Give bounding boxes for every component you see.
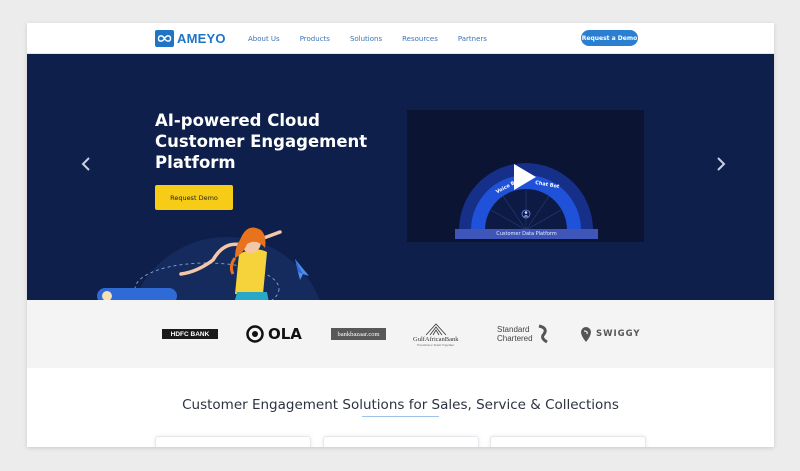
swiggy-text: SWIGGY — [596, 329, 641, 339]
chevron-right-icon[interactable] — [716, 157, 726, 176]
hero-video-player[interactable]: Voice Bo Chat Bot Customer Data Platform — [407, 110, 644, 242]
chat-avatar-icon — [102, 291, 112, 300]
ola-text: OLA — [268, 325, 302, 343]
gulf-african-bank-text: GulfAfricanBank — [413, 335, 459, 343]
client-logos-strip: HDFC BANK OLA bankbazaar.com GulfAfrican… — [27, 300, 774, 368]
solution-card-2[interactable] — [323, 436, 479, 447]
solutions-section-title: Customer Engagement Solutions for Sales,… — [182, 397, 619, 413]
standard-chartered-line-1: Standard — [497, 325, 530, 334]
chevron-left-icon[interactable] — [81, 157, 91, 176]
nav-about-us[interactable]: About Us — [248, 35, 280, 43]
solution-card-1[interactable] — [155, 436, 311, 447]
play-icon[interactable] — [512, 162, 538, 197]
customer-data-platform-bar: Customer Data Platform — [455, 229, 598, 239]
hero-banner: AI-powered Cloud Customer Engagement Pla… — [27, 54, 774, 300]
infinity-logo-icon — [155, 30, 174, 47]
hero-title: AI-powered Cloud Customer Engagement Pla… — [155, 110, 395, 173]
swiggy-pin-icon — [581, 326, 591, 342]
hero-title-line-2: Customer Engagement — [155, 132, 368, 151]
logo-text: AMEYO — [177, 31, 226, 46]
main-nav: About Us Products Solutions Resources Pa… — [248, 23, 507, 54]
request-a-demo-button[interactable]: Request a Demo — [581, 30, 638, 46]
paper-plane-icon — [295, 259, 309, 280]
site-header: AMEYO About Us Products Solutions Resour… — [27, 23, 774, 54]
ameyo-logo[interactable]: AMEYO — [155, 30, 226, 47]
gulf-african-bank-tagline: Excellence Team Together — [417, 342, 455, 347]
solution-card-3[interactable] — [490, 436, 646, 447]
section-title-underline — [362, 416, 439, 417]
swiggy-logo: SWIGGY — [580, 300, 641, 368]
ola-logo: OLA — [246, 300, 302, 368]
nav-products[interactable]: Products — [300, 35, 330, 43]
request-demo-button[interactable]: Request Demo — [155, 185, 233, 210]
standard-chartered-logo: Standard Chartered — [497, 300, 550, 368]
chat-widget[interactable] — [97, 288, 177, 300]
hdfc-bank-logo: HDFC BANK — [162, 300, 218, 368]
hero-title-line-1: AI-powered Cloud — [155, 111, 320, 130]
bankbazaar-text: bankbazaar.com — [337, 330, 380, 338]
browser-page: AMEYO About Us Products Solutions Resour… — [27, 23, 774, 447]
hdfc-bank-text: HDFC BANK — [170, 330, 210, 338]
bankbazaar-logo: bankbazaar.com — [331, 300, 386, 368]
hero-title-line-3: Platform — [155, 153, 236, 172]
gulf-african-bank-logo: GulfAfricanBank Excellence Team Together — [413, 300, 458, 368]
standard-chartered-emblem-icon — [538, 324, 548, 344]
standard-chartered-line-2: Chartered — [497, 334, 533, 343]
nav-solutions[interactable]: Solutions — [350, 35, 382, 43]
nav-partners[interactable]: Partners — [458, 35, 487, 43]
gulf-african-bank-emblem-icon — [425, 322, 447, 335]
ola-circle-icon — [246, 325, 264, 343]
nav-resources[interactable]: Resources — [402, 35, 438, 43]
